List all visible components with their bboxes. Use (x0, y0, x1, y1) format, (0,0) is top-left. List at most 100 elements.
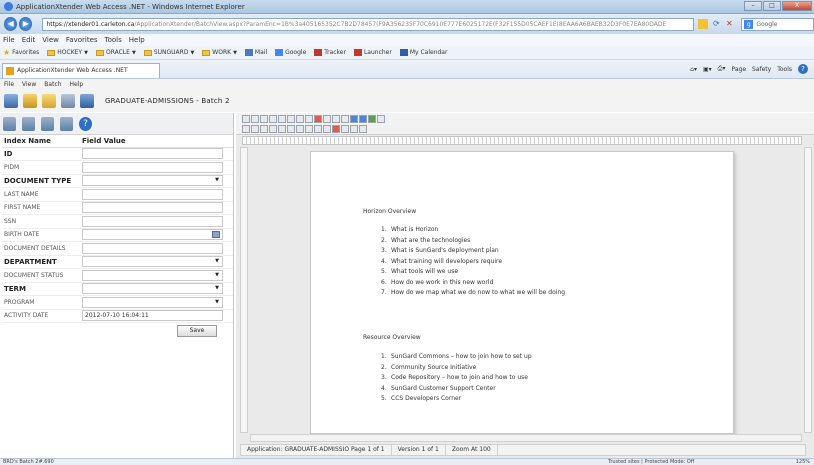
email-icon[interactable] (341, 115, 349, 123)
annotate-pen-icon[interactable] (242, 125, 250, 133)
font-icon[interactable] (350, 125, 358, 133)
rotate-left-icon[interactable] (296, 115, 304, 123)
back-arrow-icon[interactable]: ◀ (4, 17, 18, 31)
activity-date-field[interactable]: 2012-07-10 16:04:11 (82, 310, 223, 322)
help-icon[interactable]: ? (798, 64, 808, 74)
table-row: SSN (2, 214, 233, 229)
zoom-out-icon[interactable] (269, 115, 277, 123)
line-width-icon[interactable] (341, 125, 349, 133)
forward-arrow-icon[interactable]: ▶ (19, 17, 33, 31)
rectangle-icon[interactable] (278, 125, 286, 133)
pidm-field[interactable] (82, 161, 223, 173)
minimize-button[interactable]: – (744, 1, 762, 11)
print-icon[interactable]: ⎙▾ (718, 65, 726, 73)
tools-menu[interactable]: Tools (777, 66, 792, 73)
app-menu-help[interactable]: Help (70, 81, 84, 88)
previous-icon[interactable] (22, 116, 35, 131)
close-button[interactable]: X (782, 1, 812, 11)
program-select[interactable]: ▼ (82, 296, 223, 308)
open-folder-icon[interactable] (42, 94, 56, 108)
app-menu-view[interactable]: View (22, 81, 36, 88)
fav-link-calendar[interactable]: My Calendar (399, 49, 447, 56)
last-icon[interactable] (60, 116, 73, 131)
save-icon[interactable] (323, 115, 331, 123)
previous-page-icon[interactable] (350, 115, 358, 123)
rotate-right-icon[interactable] (305, 115, 313, 123)
index-icon[interactable] (23, 94, 37, 108)
app-menu-file[interactable]: File (4, 81, 14, 88)
select-tool-icon[interactable] (242, 115, 250, 123)
color-picker-icon[interactable] (332, 125, 340, 133)
next-page-icon[interactable] (359, 115, 367, 123)
menu-view[interactable]: View (42, 36, 59, 44)
document-status-select[interactable]: ▼ (82, 269, 223, 281)
document-icon[interactable] (80, 94, 94, 108)
batch-icon[interactable] (61, 94, 75, 108)
first-name-field[interactable] (82, 202, 223, 214)
lock-icon[interactable] (698, 19, 709, 29)
tab-applicationxtender[interactable]: ApplicationXtender Web Access .NET (2, 63, 160, 78)
app-menu-batch[interactable]: Batch (44, 81, 61, 88)
stamp-icon[interactable] (314, 125, 322, 133)
home-icon[interactable]: ⌂▾ (690, 66, 697, 73)
highlight-icon[interactable] (251, 125, 259, 133)
ssn-field[interactable] (82, 215, 223, 227)
fav-folder-hockey[interactable]: HOCKEY ▼ (47, 49, 88, 56)
favorites-button[interactable]: ★ Favorites (3, 48, 39, 57)
help-icon[interactable]: ? (79, 116, 92, 131)
page-menu[interactable]: Page (731, 66, 746, 73)
arrow-icon[interactable] (269, 125, 277, 133)
menu-file[interactable]: File (3, 36, 15, 44)
fav-link-google[interactable]: Google (275, 49, 306, 56)
properties-icon[interactable] (377, 115, 385, 123)
menu-help[interactable]: Help (129, 36, 145, 44)
vertical-scrollbar[interactable] (804, 147, 812, 433)
horizontal-scrollbar[interactable] (250, 434, 802, 442)
document-type-select[interactable]: ▼ (82, 175, 223, 187)
calendar-icon[interactable] (212, 231, 220, 239)
fav-folder-oracle[interactable]: ORACLE ▼ (95, 49, 136, 56)
last-name-field[interactable] (82, 188, 223, 200)
text-annotation-icon[interactable] (296, 125, 304, 133)
document-details-field[interactable] (82, 242, 223, 254)
ellipse-icon[interactable] (287, 125, 295, 133)
menu-edit[interactable]: Edit (22, 36, 36, 44)
stop-icon[interactable]: ✕ (724, 19, 734, 29)
menu-favorites[interactable]: Favorites (66, 36, 98, 44)
print-icon[interactable] (314, 115, 322, 123)
url-input[interactable]: https://xtender01.carleton.ca/Applicatio… (42, 17, 695, 31)
feeds-icon[interactable]: ▣▾ (703, 66, 712, 73)
fav-link-launcher[interactable]: Launcher (353, 49, 392, 56)
sticky-note-icon[interactable] (305, 125, 313, 133)
pan-tool-icon[interactable] (251, 115, 259, 123)
thumbnail-icon[interactable] (368, 115, 376, 123)
zoom-in-icon[interactable] (260, 115, 268, 123)
maximize-button[interactable]: □ (763, 1, 781, 11)
chevron-down-icon: ▼ (215, 285, 219, 292)
zoom-level[interactable]: 125% (796, 459, 810, 465)
id-field[interactable] (82, 148, 223, 160)
save-button[interactable]: Save (177, 325, 217, 337)
first-icon[interactable] (3, 116, 16, 131)
fit-width-icon[interactable] (278, 115, 286, 123)
department-select[interactable]: ▼ (82, 256, 223, 268)
fav-folder-work[interactable]: WORK ▼ (202, 49, 237, 56)
redact-icon[interactable] (323, 125, 331, 133)
menu-tools[interactable]: Tools (105, 36, 122, 44)
copy-icon[interactable] (332, 115, 340, 123)
scan-icon[interactable] (4, 94, 18, 108)
fav-link-tracker[interactable]: Tracker (314, 49, 346, 56)
list-item-text: What is SunGard's deployment plan (391, 247, 499, 254)
birth-date-field[interactable] (82, 229, 223, 241)
url-host: https://xtender01.carleton.ca (46, 20, 135, 28)
fit-page-icon[interactable] (287, 115, 295, 123)
safety-menu[interactable]: Safety (752, 66, 771, 73)
term-select[interactable]: ▼ (82, 283, 223, 295)
search-input[interactable]: g Google (741, 17, 814, 31)
refresh-icon[interactable]: ⟳ (711, 19, 721, 29)
fav-folder-sunguard[interactable]: SUNGUARD ▼ (143, 49, 194, 56)
line-icon[interactable] (260, 125, 268, 133)
next-icon[interactable] (41, 116, 54, 131)
fav-link-mail[interactable]: Mail (244, 49, 267, 56)
hide-annotations-icon[interactable] (359, 125, 367, 133)
